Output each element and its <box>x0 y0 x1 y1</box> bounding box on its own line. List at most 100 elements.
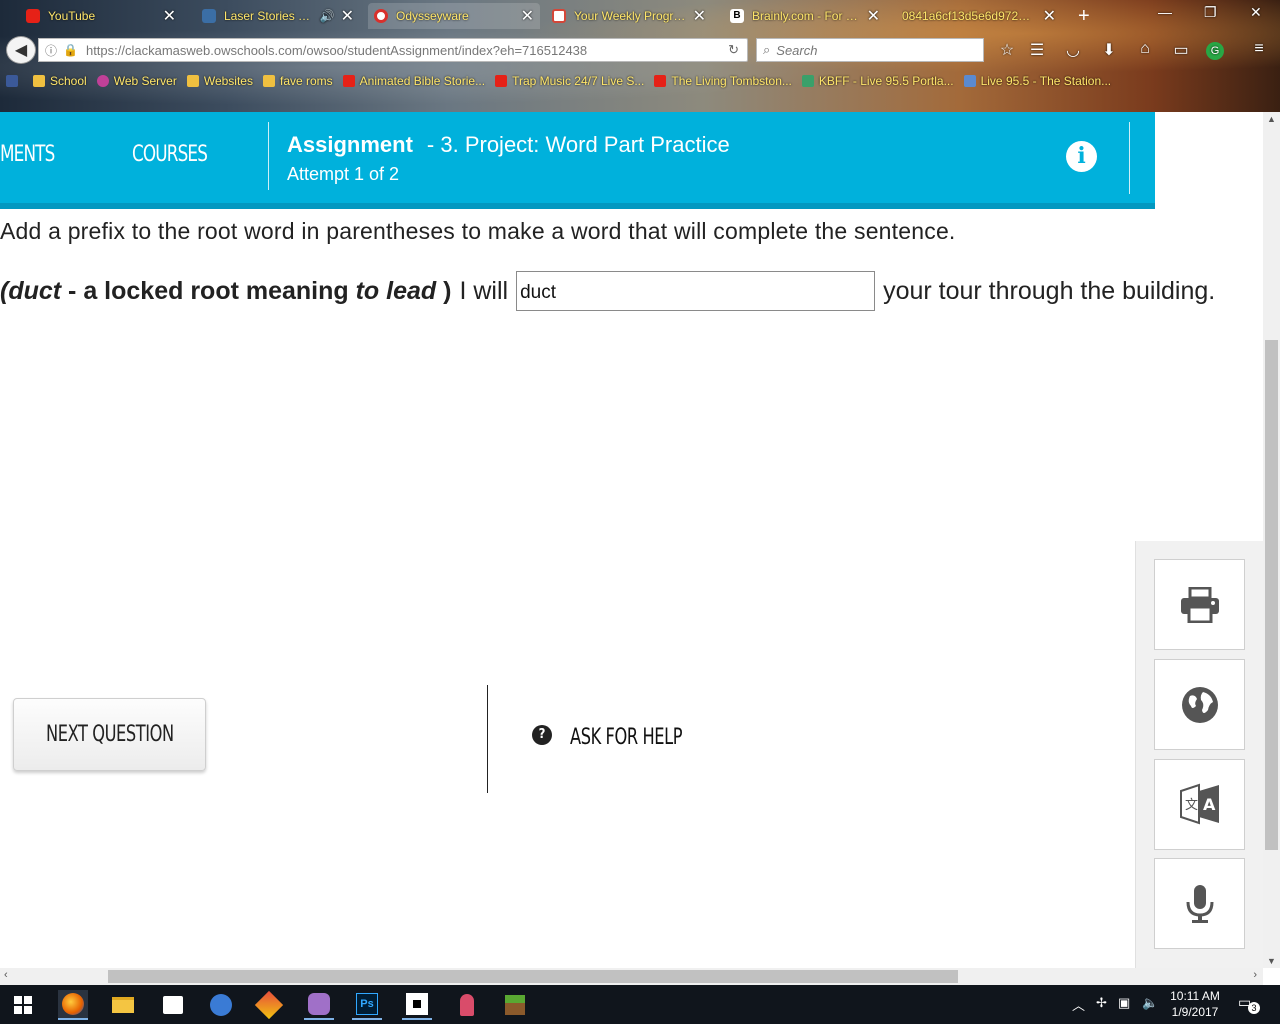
translate-button[interactable]: 文 A <box>1154 759 1245 850</box>
arrow-left-icon: ◀ <box>14 42 28 59</box>
tab-image[interactable]: 0841a6cf13d5e6d972673... ✕ <box>896 3 1062 29</box>
scroll-left-icon[interactable]: ‹ <box>4 969 8 981</box>
scroll-thumb[interactable] <box>1265 340 1278 850</box>
restore-icon[interactable]: ❐ <box>1204 4 1217 21</box>
printer-icon <box>1180 586 1219 623</box>
assignment-title: Assignment - 3. Project: Word Part Practi… <box>287 132 730 158</box>
browser-chrome: YouTube ✕ Laser Stories - L... 🔊 ✕ Odyss… <box>0 0 1280 112</box>
answer-input[interactable] <box>516 271 876 311</box>
paint-icon[interactable] <box>254 990 284 1020</box>
microphone-icon <box>1186 884 1213 923</box>
bookmark-kbff[interactable]: KBFF - Live 95.5 Portla... <box>801 74 954 88</box>
url-bar[interactable]: ⓘ 🔒 https://clackamasweb.owschools.com/o… <box>38 38 748 62</box>
download-icon[interactable]: ⬇ <box>1098 40 1120 62</box>
volume-icon[interactable]: 🔈 <box>1142 995 1158 1011</box>
search-input[interactable]: ⌕ Search <box>756 38 984 62</box>
close-icon[interactable]: ✕ <box>1043 6 1056 26</box>
back-button[interactable]: ◀ <box>6 36 36 64</box>
reload-icon[interactable]: ↻ <box>728 42 739 58</box>
tab-brainly[interactable]: B Brainly.com - For st... ✕ <box>724 3 886 29</box>
minecraft-icon[interactable] <box>500 990 530 1020</box>
question-sentence: (duct - a locked root meaning to lead ) … <box>0 270 1215 312</box>
youtube-icon <box>26 9 40 23</box>
chevron-up-icon[interactable]: ︿ <box>1072 995 1085 1014</box>
youtube-icon <box>342 75 355 87</box>
close-icon[interactable]: ✕ <box>521 6 534 26</box>
tab-youtube[interactable]: YouTube ✕ <box>20 3 182 29</box>
photoshop-icon[interactable]: Ps <box>352 990 382 1020</box>
tools-panel: 文 A <box>1135 541 1263 969</box>
site-icon <box>202 9 216 23</box>
minimize-icon[interactable]: — <box>1158 4 1172 20</box>
bookmark-websites[interactable]: Websites <box>186 74 253 88</box>
home-icon[interactable]: ⌂ <box>1134 40 1156 62</box>
start-button[interactable] <box>8 990 38 1020</box>
bookmark-school[interactable]: School <box>33 74 87 88</box>
info-icon[interactable]: i <box>1066 141 1097 172</box>
reading-list-icon[interactable]: ☰ <box>1026 40 1048 62</box>
bookmark-web-server[interactable]: Web Server <box>96 74 177 88</box>
tab-laser-stories[interactable]: Laser Stories - L... 🔊 ✕ <box>196 3 360 29</box>
next-question-button[interactable]: NEXT QUESTION <box>13 698 206 771</box>
tray-app-icon[interactable]: ✢ <box>1096 995 1107 1011</box>
bookmark-animated-bible[interactable]: Animated Bible Storie... <box>342 74 485 88</box>
window-close-icon[interactable]: ✕ <box>1250 4 1262 21</box>
folder-icon <box>262 75 275 87</box>
scroll-right-icon[interactable]: › <box>1253 969 1257 981</box>
action-center-icon[interactable]: ▭ 3 <box>1238 994 1260 1014</box>
scroll-thumb[interactable] <box>108 970 958 983</box>
nav-courses[interactable]: COURSES <box>132 142 208 167</box>
assignment-header: MENTS COURSES Assignment - 3. Project: Wo… <box>0 112 1155 209</box>
file-explorer-icon[interactable] <box>108 990 138 1020</box>
tab-weekly-progress[interactable]: Your Weekly Progre... ✕ <box>546 3 712 29</box>
nav-assignments[interactable]: MENTS <box>0 142 55 167</box>
menu-icon[interactable]: ≡ <box>1248 40 1270 62</box>
globe-button[interactable] <box>1154 659 1245 750</box>
screenshot-icon[interactable]: ▭ <box>1170 40 1192 62</box>
header-divider <box>268 122 269 190</box>
horizontal-scrollbar[interactable]: ‹ › <box>0 968 1263 985</box>
scroll-up-icon[interactable]: ▲ <box>1267 114 1276 124</box>
info-icon[interactable]: ⓘ <box>45 42 57 59</box>
sentence-lead: I will <box>459 276 509 305</box>
print-button[interactable] <box>1154 559 1245 650</box>
globe-icon <box>1181 686 1218 723</box>
tab-odysseyware[interactable]: Odysseyware ✕ <box>368 3 540 29</box>
taskbar-clock[interactable]: 10:11 AM 1/9/2017 <box>1166 988 1224 1020</box>
app-icon[interactable] <box>206 990 236 1020</box>
close-icon[interactable]: ✕ <box>341 6 354 26</box>
firefox-icon[interactable] <box>58 990 88 1020</box>
youtube-icon <box>495 75 508 87</box>
store-icon[interactable] <box>158 990 188 1020</box>
vertical-scrollbar[interactable]: ▲ ▼ <box>1263 112 1280 968</box>
header-divider <box>1129 122 1130 194</box>
scroll-down-icon[interactable]: ▼ <box>1267 956 1276 966</box>
close-icon[interactable]: ✕ <box>163 6 176 26</box>
character-icon[interactable] <box>452 990 482 1020</box>
close-icon[interactable]: ✕ <box>867 6 880 26</box>
root-word: duct <box>8 276 62 305</box>
close-icon[interactable]: ✕ <box>693 6 706 26</box>
pocket-icon[interactable]: ◡ <box>1062 40 1084 62</box>
svg-text:A: A <box>1203 795 1216 814</box>
facebook-icon[interactable] <box>6 75 23 87</box>
bookmark-star-icon[interactable]: ☆ <box>996 40 1018 62</box>
network-icon[interactable]: ▣ <box>1118 995 1130 1011</box>
new-tab-button[interactable]: + <box>1072 3 1102 29</box>
speaker-icon[interactable]: 🔊 <box>320 9 335 23</box>
youtube-icon <box>654 75 667 87</box>
roblox-studio-icon[interactable] <box>402 990 432 1020</box>
game-icon[interactable] <box>304 990 334 1020</box>
bookmark-fave-roms[interactable]: fave roms <box>262 74 333 88</box>
grammarly-icon[interactable]: G <box>1206 42 1224 60</box>
ask-for-help-button[interactable]: ? ASK FOR HELP <box>532 724 707 750</box>
microphone-button[interactable] <box>1154 858 1245 949</box>
bookmark-living-tombstone[interactable]: The Living Tombston... <box>654 74 792 88</box>
odysseyware-icon <box>374 9 388 23</box>
bookmark-trap-music[interactable]: Trap Music 24/7 Live S... <box>495 74 644 88</box>
bookmark-live-955[interactable]: Live 95.5 - The Station... <box>963 74 1111 88</box>
folder-icon <box>33 75 45 87</box>
brainly-icon: B <box>730 9 744 23</box>
assignment-name: - 3. Project: Word Part Practice <box>426 132 730 157</box>
sentence-trail: your tour through the building. <box>883 276 1216 305</box>
